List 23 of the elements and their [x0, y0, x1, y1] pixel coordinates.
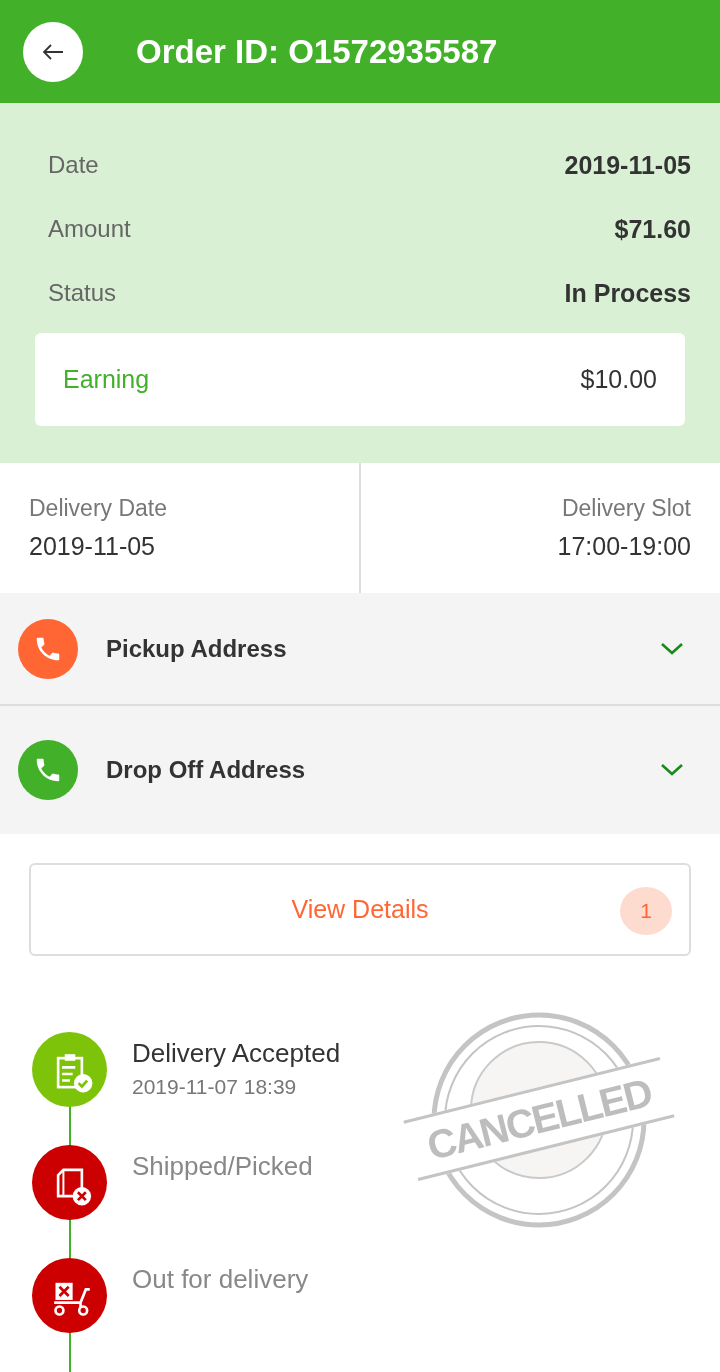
count-badge: 1	[620, 887, 672, 935]
page-title: Order ID: O1572935587	[136, 32, 498, 71]
delivery-value: 2019-11-05	[29, 532, 157, 561]
back-arrow-icon	[42, 43, 64, 60]
step-title: Out for delivery	[132, 1264, 309, 1295]
address-row[interactable]: Drop Off Address	[0, 706, 720, 834]
summary-label: Status	[48, 279, 117, 307]
delivery-value: 17:00-19:00	[556, 532, 691, 561]
delivery-label: Delivery Slot	[560, 495, 691, 522]
summary-label: Amount	[48, 215, 131, 243]
address-title: Pickup Address	[106, 634, 288, 663]
earning-label: Earning	[63, 365, 150, 394]
address-title: Drop Off Address	[106, 756, 307, 784]
summary-value: $71.60	[614, 214, 691, 244]
earning-value: $10.00	[580, 365, 657, 394]
address-row[interactable]: Pickup Address	[0, 593, 720, 706]
step-title: Delivery Accepted	[132, 1038, 341, 1069]
summary-label: Date	[48, 151, 99, 179]
step-title: Shipped/Picked	[132, 1151, 313, 1182]
delivery-label: Delivery Date	[29, 495, 169, 522]
summary-value: In Process	[564, 278, 691, 308]
summary-value: 2019-11-05	[564, 150, 691, 180]
step-time: 2019-11-07 18:39	[132, 1075, 298, 1099]
